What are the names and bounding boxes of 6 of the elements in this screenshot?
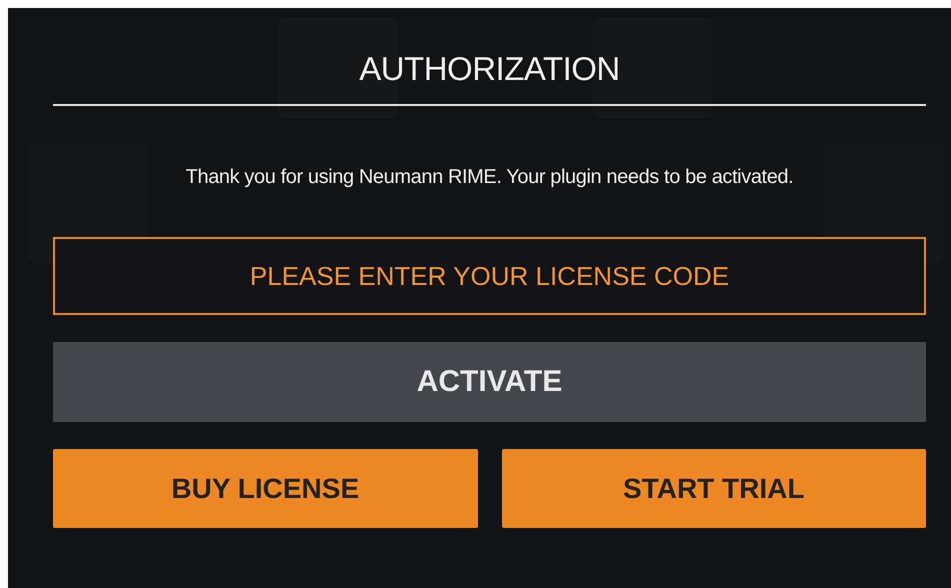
action-button[interactable]: START TRIAL	[502, 449, 926, 528]
dialog-message: Thank you for using Neumann RIME. Your plugin needs to be activated.	[184, 166, 794, 189]
activate-button[interactable]: ACTIVATE	[53, 342, 926, 422]
action-button[interactable]: BUY LICENSE	[53, 449, 478, 528]
license-code-field[interactable]: PLEASE ENTER YOUR LICENSE CODE	[53, 237, 926, 315]
dialog-title: AUTHORIZATION	[53, 8, 926, 106]
